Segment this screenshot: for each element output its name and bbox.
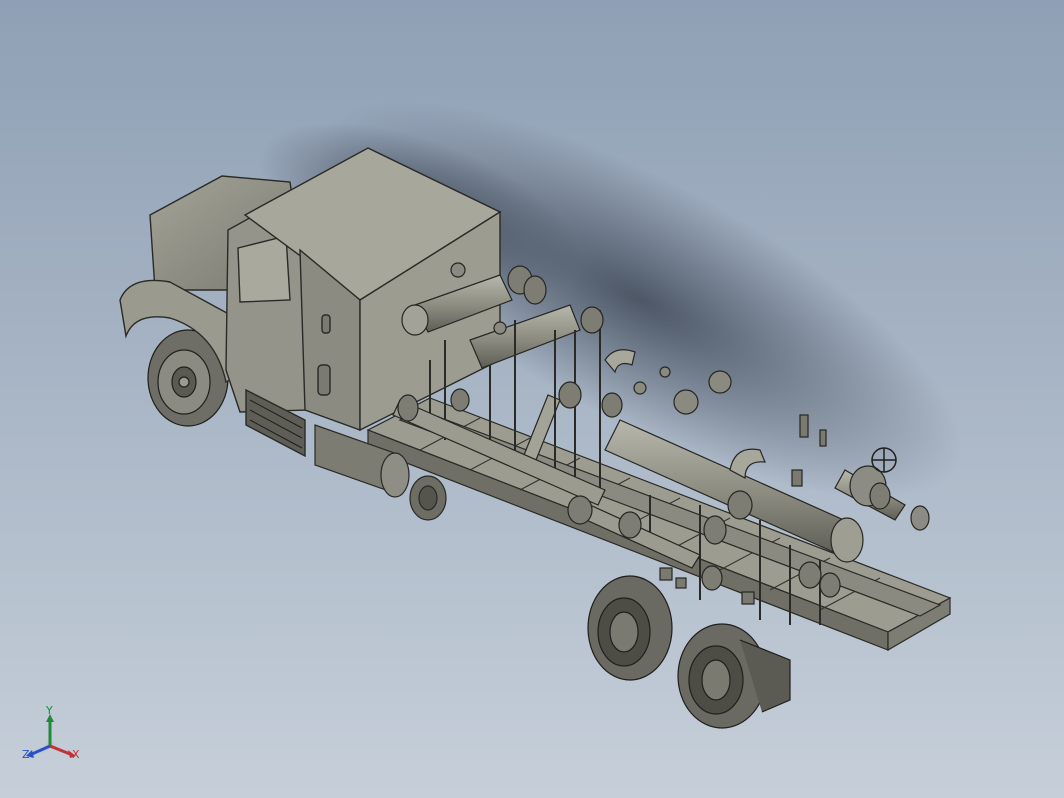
- axis-triad-icon: [26, 714, 76, 758]
- coordinate-triad: Y X Z: [18, 702, 88, 772]
- graphics-viewport[interactable]: Y X Z: [0, 0, 1064, 798]
- truck-3d-model[interactable]: [0, 0, 1064, 798]
- axis-y-label: Y: [46, 704, 53, 717]
- axis-z-label: Z: [22, 748, 30, 761]
- axis-x-label: X: [72, 748, 80, 761]
